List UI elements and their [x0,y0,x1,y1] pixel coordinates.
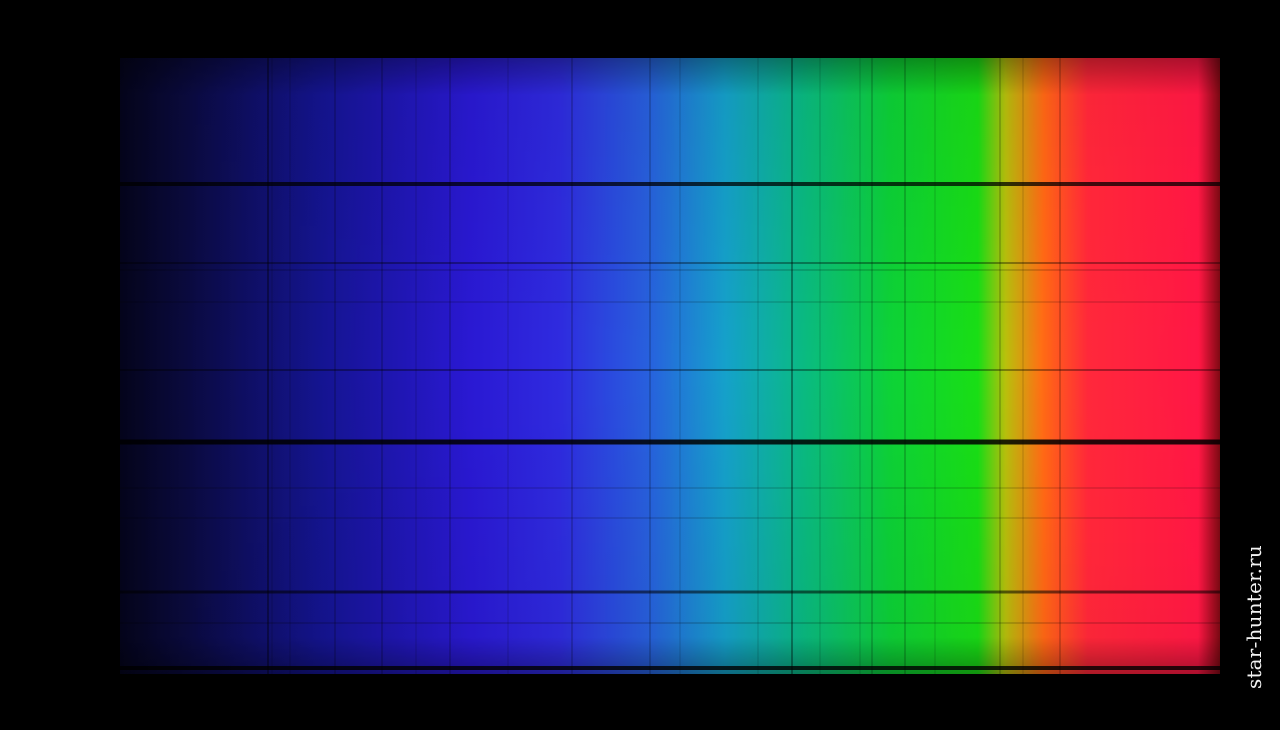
spectrum-photo: star-hunter.ru [0,0,1280,730]
watermark: star-hunter.ru [1234,512,1274,722]
color-spectrum-band [120,58,1220,674]
watermark-text: star-hunter.ru [1242,544,1266,690]
